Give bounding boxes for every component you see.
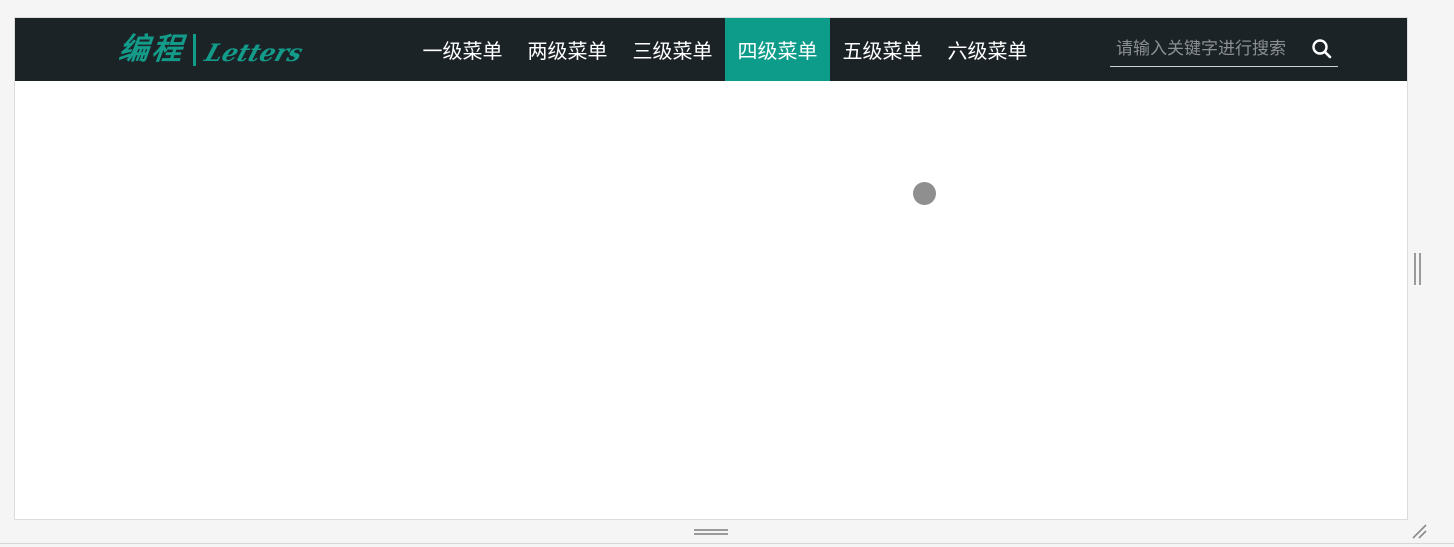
menu-item-level-4[interactable]: 四级菜单 <box>725 18 830 81</box>
bottom-divider <box>0 543 1454 544</box>
vertical-resize-handle[interactable] <box>1414 253 1422 285</box>
search-icon[interactable] <box>1310 37 1334 61</box>
menu-item-level-2[interactable]: 两级菜单 <box>515 18 620 81</box>
menu-item-level-3[interactable]: 三级菜单 <box>620 18 725 81</box>
logo-divider <box>193 34 196 66</box>
main-menu: 一级菜单 两级菜单 三级菜单 四级菜单 五级菜单 六级菜单 <box>410 18 1040 81</box>
search-box <box>1110 32 1338 67</box>
logo-text-cn: 编程 <box>117 32 187 67</box>
resize-corner-icon[interactable] <box>1410 522 1428 540</box>
menu-item-level-5[interactable]: 五级菜单 <box>830 18 935 81</box>
loading-indicator <box>913 182 936 205</box>
preview-frame: 编程 Letters 一级菜单 两级菜单 三级菜单 四级菜单 五级菜单 六级菜单 <box>14 17 1408 520</box>
site-logo[interactable]: 编程 Letters <box>117 30 306 70</box>
search-input[interactable] <box>1110 32 1300 65</box>
horizontal-resize-handle[interactable] <box>694 527 728 537</box>
top-navbar: 编程 Letters 一级菜单 两级菜单 三级菜单 四级菜单 五级菜单 六级菜单 <box>15 18 1407 81</box>
menu-item-level-6[interactable]: 六级菜单 <box>935 18 1040 81</box>
menu-item-level-1[interactable]: 一级菜单 <box>410 18 515 81</box>
logo-text-en: Letters <box>201 38 307 67</box>
